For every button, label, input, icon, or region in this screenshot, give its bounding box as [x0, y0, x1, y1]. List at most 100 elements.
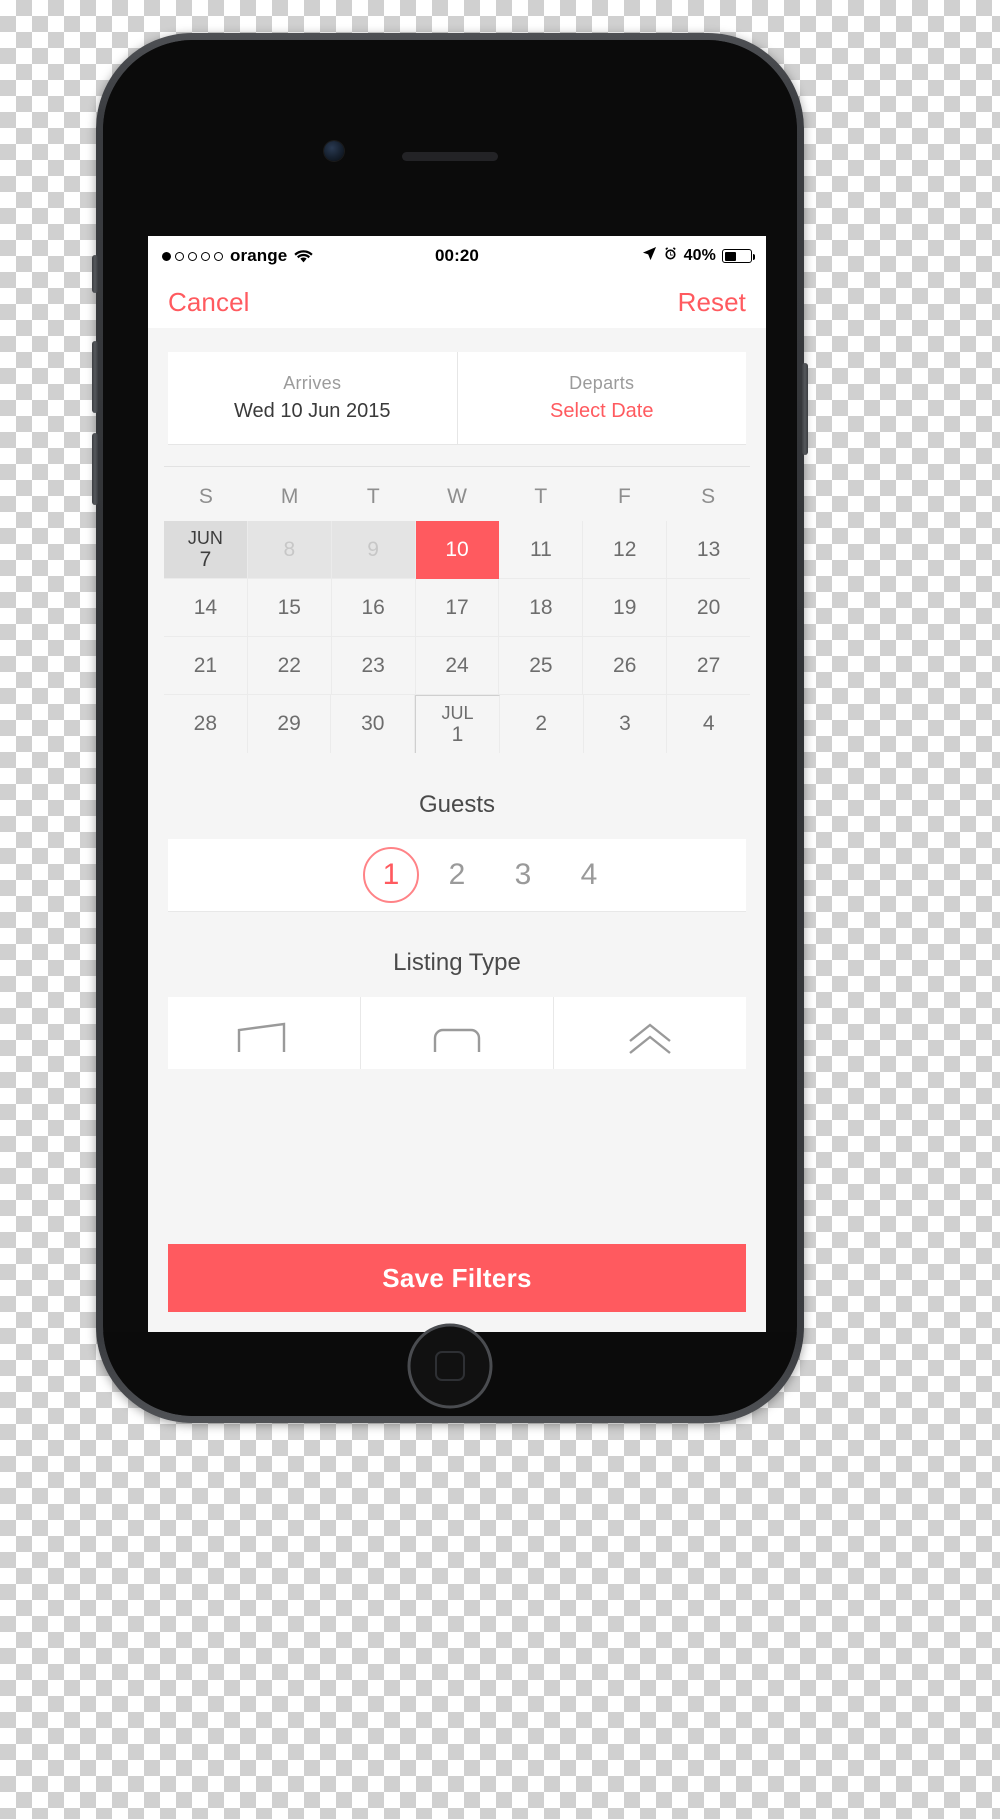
calendar-weekday-0: S [198, 485, 213, 508]
guests-picker[interactable]: 1234 [168, 839, 746, 911]
shared-room-icon [622, 1021, 678, 1060]
guest-option-1[interactable]: 1 [358, 839, 424, 911]
calendar-day-number: 18 [529, 595, 553, 619]
calendar-grid[interactable]: JUN 7 8 9 10 11 12 13 14 15 16 17 18 19 20 21 22 23 24 25 26… [164, 521, 751, 753]
cancel-button[interactable]: Cancel [168, 287, 250, 318]
calendar-day-number: 26 [613, 653, 637, 677]
volume-up-button[interactable] [92, 341, 98, 413]
listing-type-option-private-room[interactable] [360, 997, 553, 1069]
calendar-day-cell[interactable]: 10 [415, 521, 500, 579]
calendar-day-number: 1 [451, 722, 464, 746]
arrives-field[interactable]: Arrives Wed 10 Jun 2015 [168, 352, 457, 444]
calendar-day-cell[interactable]: 18 [499, 579, 584, 637]
calendar-weekday-5: F [618, 485, 631, 508]
alarm-clock-icon [663, 246, 678, 266]
calendar-day-cell[interactable]: 11 [499, 521, 584, 579]
calendar-day-number: 2 [535, 712, 548, 736]
signal-strength-icon [162, 251, 223, 261]
listing-type-section-title: Listing Type [393, 949, 521, 976]
guest-option-4[interactable]: 4 [556, 839, 622, 911]
status-bar: orange 00:20 40% [148, 236, 766, 276]
calendar-day-cell[interactable]: 26 [583, 637, 668, 695]
top-bezel [103, 40, 797, 210]
calendar-day-cell[interactable]: 14 [164, 579, 248, 637]
signal-dot [162, 251, 171, 261]
calendar-day-number: 7 [199, 547, 212, 571]
calendar-day-cell: 9 [331, 521, 416, 579]
signal-dot [175, 251, 184, 261]
calendar-week-row: 14 15 16 17 18 19 20 [164, 579, 751, 637]
reset-button[interactable]: Reset [678, 287, 746, 318]
calendar-day-number: 19 [613, 595, 637, 619]
calendar-weekday-4: T [534, 485, 548, 508]
listing-type-picker[interactable] [168, 997, 746, 1069]
calendar-day-cell[interactable]: 15 [247, 579, 332, 637]
calendar-weekday-header: SMTWTFS [164, 466, 750, 509]
volume-down-button[interactable] [92, 433, 98, 505]
calendar-weekday-3: W [447, 485, 467, 508]
calendar-day-number: 14 [193, 595, 218, 619]
calendar-day-number: 3 [619, 712, 631, 736]
calendar-day-cell[interactable]: 22 [247, 637, 332, 695]
calendar-day-number: 9 [367, 537, 379, 561]
front-camera-icon [324, 141, 344, 161]
calendar-day-cell[interactable]: 16 [331, 579, 416, 637]
arrives-label: Arrives [283, 373, 342, 393]
calendar-day-cell[interactable]: JUL 1 [415, 695, 500, 753]
calendar-day-number: 8 [283, 537, 296, 561]
calendar-day-number: 25 [529, 653, 553, 677]
calendar-day-cell[interactable]: JUN 7 [164, 521, 248, 579]
calendar-day-number: 28 [193, 712, 218, 736]
calendar-day-cell[interactable]: 28 [164, 695, 248, 753]
guests-section-title: Guests [418, 791, 496, 818]
calendar-day-cell[interactable]: 4 [667, 695, 750, 753]
calendar-day-cell[interactable]: 20 [667, 579, 751, 637]
calendar-day-cell[interactable]: 30 [331, 695, 416, 753]
calendar-day-cell[interactable]: 21 [164, 637, 248, 695]
calendar-day-cell[interactable]: 17 [415, 579, 500, 637]
save-filters-bar: Save Filters [148, 1230, 766, 1332]
listing-type-option-entire-home[interactable] [168, 997, 360, 1069]
calendar-day-cell: 8 [247, 521, 332, 579]
listing-type-option-shared-room[interactable] [553, 997, 746, 1069]
mute-switch[interactable] [92, 255, 98, 293]
calendar-day-number: 4 [702, 712, 715, 736]
departs-value: Select Date [550, 400, 654, 422]
guest-option-2[interactable]: 2 [424, 839, 490, 911]
carrier-label: orange [230, 246, 288, 265]
earpiece-speaker [402, 152, 498, 161]
calendar-day-number: 23 [361, 653, 385, 677]
calendar-day-cell[interactable]: 27 [667, 637, 751, 695]
calendar-day-cell[interactable]: 2 [500, 695, 584, 753]
calendar-day-cell[interactable]: 13 [667, 521, 751, 579]
calendar-day-cell[interactable]: 12 [583, 521, 668, 579]
phone-screen: orange 00:20 40% Cancel Reset Arrives We… [148, 236, 766, 1332]
calendar-day-number: 11 [529, 537, 552, 561]
signal-dot [188, 251, 197, 261]
arrives-value: Wed 10 Jun 2015 [234, 400, 391, 422]
filters-scroll-content[interactable]: Arrives Wed 10 Jun 2015 Departs Select D… [148, 328, 766, 1332]
wifi-icon [294, 249, 313, 263]
guest-option-3[interactable]: 3 [490, 839, 556, 911]
departs-label: Departs [569, 373, 635, 393]
location-arrow-icon [642, 246, 657, 266]
calendar-day-number: 29 [277, 712, 301, 736]
departs-field[interactable]: Departs Select Date [456, 352, 747, 444]
save-filters-button[interactable]: Save Filters [168, 1244, 746, 1312]
calendar-day-cell[interactable]: 29 [248, 695, 332, 753]
phone-body: orange 00:20 40% Cancel Reset Arrives We… [103, 40, 797, 1416]
calendar-day-number: 10 [445, 537, 469, 561]
calendar-day-number: 20 [696, 595, 721, 619]
status-bar-left: orange [162, 246, 313, 266]
calendar-day-number: 17 [445, 595, 469, 619]
calendar-day-cell[interactable]: 19 [583, 579, 668, 637]
power-button[interactable] [802, 363, 808, 455]
navigation-bar: Cancel Reset [148, 276, 766, 328]
signal-dot [214, 251, 223, 261]
home-button[interactable] [406, 1322, 494, 1410]
calendar-day-cell[interactable]: 3 [584, 695, 668, 753]
calendar-day-cell[interactable]: 24 [415, 637, 500, 695]
calendar-day-cell[interactable]: 23 [331, 637, 416, 695]
calendar-day-cell[interactable]: 25 [499, 637, 584, 695]
calendar-day-number: 21 [193, 653, 218, 677]
